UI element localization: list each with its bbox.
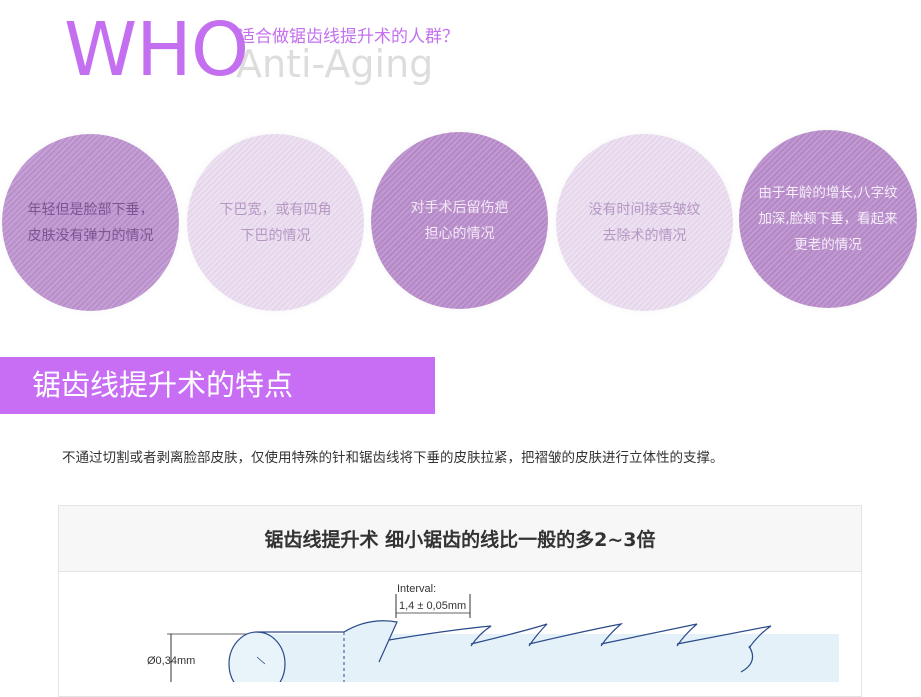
circle-1-line-2: 皮肤没有弹力的情况: [27, 227, 154, 244]
interval-label: Interval:: [397, 583, 436, 595]
circle-5-line-3: 更老的情况: [794, 237, 862, 253]
target-circle-4: 没有时间接受皱纹 去除术的情况: [556, 134, 733, 311]
circle-5-line-1: 由于年龄的增长,八字纹: [758, 185, 898, 201]
thread-diagram-header: 锯齿线提升术 细小锯齿的线比一般的多2~3倍: [59, 506, 861, 572]
target-circle-2: 下巴宽，或有四角 下巴的情况: [187, 134, 364, 311]
features-description: 不通过切割或者剥离脸部皮肤，仅使用特殊的针和锯齿线将下垂的皮肤拉紧，把褶皱的皮肤…: [62, 450, 724, 466]
who-title: WHO: [64, 7, 249, 93]
thread-diagram-box: 锯齿线提升术 细小锯齿的线比一般的多2~3倍 Interval: 1,4 ± 0…: [58, 505, 862, 697]
circle-4-line-1: 没有时间接受皱纹: [588, 201, 701, 218]
features-section-title: 锯齿线提升术的特点: [32, 368, 294, 402]
circle-3-line-1: 对手术后留伤疤: [410, 199, 509, 216]
who-english-subtitle: Anti-Aging: [236, 42, 434, 86]
target-circle-3: 对手术后留伤疤 担心的情况: [371, 132, 548, 309]
circle-2-line-1: 下巴宽，或有四角: [219, 201, 332, 218]
circle-3-line-2: 担心的情况: [424, 225, 495, 242]
circle-1-line-1: 年轻但是脸部下垂，: [27, 201, 154, 218]
thread-diagram-title: 锯齿线提升术 细小锯齿的线比一般的多2~3倍: [264, 529, 656, 551]
circle-4-line-2: 去除术的情况: [602, 227, 687, 244]
features-section-banner: 锯齿线提升术的特点: [0, 357, 435, 414]
thread-body: [249, 634, 839, 682]
target-circle-5: 由于年龄的增长,八字纹 加深,脸颊下垂，看起来 更老的情况: [739, 130, 917, 308]
target-circle-1: 年轻但是脸部下垂， 皮肤没有弹力的情况: [2, 134, 179, 311]
circle-5-line-2: 加深,脸颊下垂，看起来: [758, 211, 898, 227]
thread-diagram: Interval: 1,4 ± 0,05mm Ø0,34mm: [147, 583, 839, 682]
interval-value: 1,4 ± 0,05mm: [399, 600, 466, 612]
target-group-circles: 年轻但是脸部下垂， 皮肤没有弹力的情况 下巴宽，或有四角 下巴的情况 对手术后留…: [0, 130, 921, 315]
circle-2-line-2: 下巴的情况: [240, 227, 311, 244]
